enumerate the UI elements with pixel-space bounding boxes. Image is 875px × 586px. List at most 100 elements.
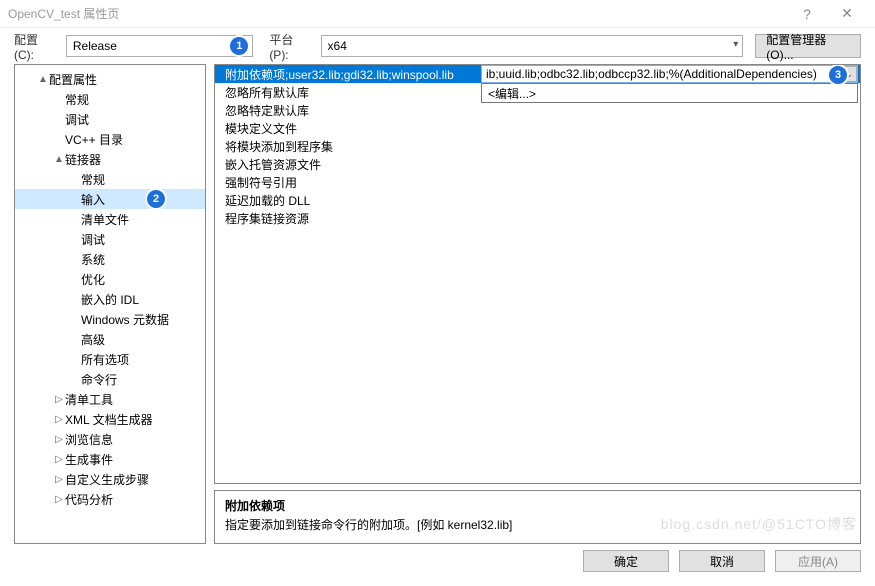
tree-item[interactable]: Windows 元数据 [15, 309, 205, 329]
grid-value-editor[interactable]: ib;uuid.lib;odbc32.lib;odbccp32.lib;%(Ad… [481, 65, 858, 83]
tree-label: 高级 [81, 331, 105, 348]
tree-item[interactable]: 高级 [15, 329, 205, 349]
description-body: 指定要添加到链接命令行的附加项。[例如 kernel32.lib] [225, 516, 850, 533]
tree-item[interactable]: ▲配置属性 [15, 69, 205, 89]
tree-item[interactable]: ▷XML 文档生成器 [15, 409, 205, 429]
tree-label: 命令行 [81, 371, 117, 388]
grid-row[interactable]: 程序集链接资源 [215, 209, 860, 227]
help-icon[interactable]: ? [787, 6, 827, 22]
tree-item[interactable]: ▷生成事件 [15, 449, 205, 469]
chevron-down-icon: ▾ [733, 39, 738, 50]
tree-label: XML 文档生成器 [65, 411, 153, 428]
titlebar: OpenCV_test 属性页 ? ✕ [0, 0, 875, 28]
grid-row-name: 嵌入托管资源文件 [215, 156, 471, 173]
tree-label: 所有选项 [81, 351, 129, 368]
grid-row[interactable]: 模块定义文件 [215, 119, 860, 137]
tree-item[interactable]: 常规 [15, 169, 205, 189]
grid-row-name: 忽略所有默认库 [215, 84, 471, 101]
tree-label: 输入 [81, 191, 105, 208]
grid-row[interactable]: 延迟加载的 DLL [215, 191, 860, 209]
cancel-button[interactable]: 取消 [679, 550, 765, 572]
tree-label: 调试 [81, 231, 105, 248]
tree-item[interactable]: ▲链接器 [15, 149, 205, 169]
apply-button[interactable]: 应用(A) [775, 550, 861, 572]
content-pane: 附加依赖项;user32.lib;gdi32.lib;winspool.lib忽… [214, 64, 861, 544]
tree-expander-icon[interactable]: ▷ [53, 454, 65, 465]
tree-item[interactable]: ▷自定义生成步骤 [15, 469, 205, 489]
tree-item[interactable]: 输入 2 [15, 189, 205, 209]
badge-1: 1 [230, 37, 248, 55]
toolbar: 配置(C): Release ▾ 1 平台(P): x64 ▾ 配置管理器(O)… [0, 28, 875, 64]
tree-item[interactable]: 嵌入的 IDL [15, 289, 205, 309]
tree-pane: ▲配置属性常规调试VC++ 目录▲链接器常规输入2清单文件调试系统优化嵌入的 I… [14, 64, 206, 544]
tree-expander-icon[interactable]: ▲ [53, 154, 65, 165]
badge-3: 3 [829, 66, 847, 84]
tree-item[interactable]: 所有选项 [15, 349, 205, 369]
tree-label: 配置属性 [49, 71, 97, 88]
tree-item[interactable]: ▷代码分析 [15, 489, 205, 509]
grid-row-name: 附加依赖项;user32.lib;gdi32.lib;winspool.lib [215, 66, 471, 83]
config-manager-label: 配置管理器(O)... [766, 31, 850, 62]
tree-label: 代码分析 [65, 491, 113, 508]
tree-item[interactable]: 清单文件 [15, 209, 205, 229]
close-icon[interactable]: ✕ [827, 5, 867, 22]
tree-label: 链接器 [65, 151, 101, 168]
tree-label: 清单工具 [65, 391, 113, 408]
config-value: Release [73, 39, 117, 53]
tree-label: 浏览信息 [65, 431, 113, 448]
tree-label: 优化 [81, 271, 105, 288]
description-pane: 附加依赖项 指定要添加到链接命令行的附加项。[例如 kernel32.lib] [214, 490, 861, 544]
tree-label: VC++ 目录 [65, 131, 123, 148]
config-label: 配置(C): [14, 31, 58, 62]
tree-expander-icon[interactable]: ▷ [53, 394, 65, 405]
tree-item[interactable]: 优化 [15, 269, 205, 289]
tree-expander-icon[interactable]: ▲ [37, 74, 49, 85]
tree-label: 自定义生成步骤 [65, 471, 149, 488]
tree-label: 系统 [81, 251, 105, 268]
platform-select[interactable]: x64 ▾ [321, 35, 744, 57]
window-title: OpenCV_test 属性页 [8, 5, 787, 22]
grid-dropdown: <编辑...> [481, 83, 858, 103]
grid-value-input[interactable]: ib;uuid.lib;odbc32.lib;odbccp32.lib;%(Ad… [482, 67, 841, 81]
grid-row[interactable]: 嵌入托管资源文件 [215, 155, 860, 173]
platform-value: x64 [328, 39, 347, 53]
description-title: 附加依赖项 [225, 497, 850, 514]
tree-item[interactable]: 常规 [15, 89, 205, 109]
tree-label: 常规 [81, 171, 105, 188]
tree-item[interactable]: 系统 [15, 249, 205, 269]
tree-label: 调试 [65, 111, 89, 128]
config-manager-button[interactable]: 配置管理器(O)... [755, 34, 861, 58]
platform-label: 平台(P): [269, 31, 312, 62]
tree-label: 嵌入的 IDL [81, 291, 139, 308]
tree-item[interactable]: 调试 [15, 229, 205, 249]
tree-expander-icon[interactable]: ▷ [53, 494, 65, 505]
property-grid: 附加依赖项;user32.lib;gdi32.lib;winspool.lib忽… [214, 64, 861, 484]
dialog-buttons: 确定 取消 应用(A) [0, 544, 875, 578]
grid-row-name: 将模块添加到程序集 [215, 138, 471, 155]
grid-row-name: 模块定义文件 [215, 120, 471, 137]
grid-row-name: 延迟加载的 DLL [215, 192, 471, 209]
tree-label: 常规 [65, 91, 89, 108]
tree-label: Windows 元数据 [81, 311, 169, 328]
grid-row[interactable]: 强制符号引用 [215, 173, 860, 191]
tree-item[interactable]: VC++ 目录 [15, 129, 205, 149]
dropdown-item-edit[interactable]: <编辑...> [482, 84, 857, 102]
tree-item[interactable]: ▷浏览信息 [15, 429, 205, 449]
grid-row[interactable]: 忽略特定默认库 [215, 101, 860, 119]
grid-row-name: 程序集链接资源 [215, 210, 471, 227]
tree-expander-icon[interactable]: ▷ [53, 434, 65, 445]
tree-item[interactable]: ▷清单工具 [15, 389, 205, 409]
grid-row-name: 强制符号引用 [215, 174, 471, 191]
tree-expander-icon[interactable]: ▷ [53, 474, 65, 485]
tree-item[interactable]: 调试 [15, 109, 205, 129]
tree-item[interactable]: 命令行 [15, 369, 205, 389]
grid-row-name: 忽略特定默认库 [215, 102, 471, 119]
grid-row[interactable]: 将模块添加到程序集 [215, 137, 860, 155]
tree-expander-icon[interactable]: ▷ [53, 414, 65, 425]
tree-label: 生成事件 [65, 451, 113, 468]
config-select[interactable]: Release ▾ 1 [66, 35, 253, 57]
badge-2: 2 [147, 190, 165, 208]
tree-label: 清单文件 [81, 211, 129, 228]
ok-button[interactable]: 确定 [583, 550, 669, 572]
dropdown-item-label: <编辑...> [488, 85, 536, 102]
